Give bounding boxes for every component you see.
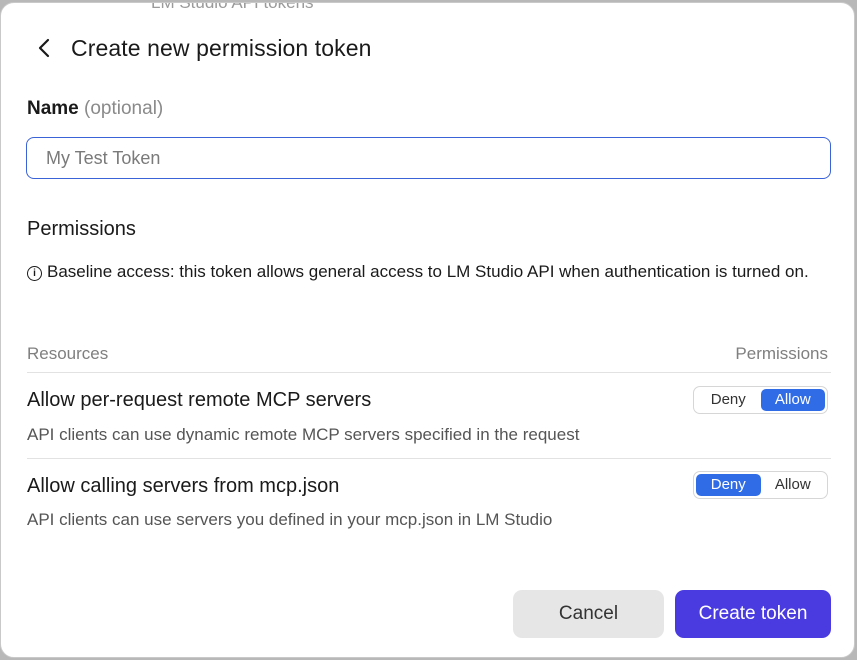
name-label-text: Name [27, 98, 79, 119]
back-button[interactable] [31, 33, 57, 63]
permissions-heading: Permissions [27, 218, 136, 240]
deny-option[interactable]: Deny [696, 474, 761, 496]
page-title: Create new permission token [71, 34, 372, 61]
token-name-input[interactable] [26, 137, 831, 179]
create-token-button[interactable]: Create token [675, 590, 831, 638]
create-token-dialog: LM Studio API tokens Create new permissi… [0, 2, 855, 658]
dialog-header: Create new permission token [31, 33, 372, 63]
divider [27, 372, 831, 373]
permissions-column-header: Permissions [735, 344, 828, 363]
optional-hint: (optional) [84, 98, 164, 119]
allow-option[interactable]: Allow [761, 474, 826, 496]
divider [27, 458, 831, 459]
mcp-json-permission-toggle: Deny Allow [693, 471, 828, 499]
notice-text: Baseline access: this token allows gener… [47, 262, 809, 281]
chevron-left-icon [38, 38, 50, 58]
info-circle-icon: i [27, 266, 42, 281]
permission-row-title: Allow per-request remote MCP servers [27, 389, 372, 411]
cancel-button[interactable]: Cancel [513, 590, 664, 638]
baseline-access-notice: i Baseline access: this token allows gene… [27, 259, 827, 285]
remote-mcp-permission-toggle: Deny Allow [693, 386, 828, 414]
name-field-label: Name (optional) [27, 98, 163, 120]
resources-column-header: Resources [27, 344, 109, 363]
allow-option[interactable]: Allow [760, 389, 825, 411]
deny-option[interactable]: Deny [696, 389, 761, 411]
permission-row-description: API clients can use servers you defined … [27, 510, 553, 529]
permission-row-description: API clients can use dynamic remote MCP s… [27, 425, 580, 444]
background-text: LM Studio API tokens [151, 2, 314, 12]
permission-row-title: Allow calling servers from mcp.json [27, 475, 340, 497]
